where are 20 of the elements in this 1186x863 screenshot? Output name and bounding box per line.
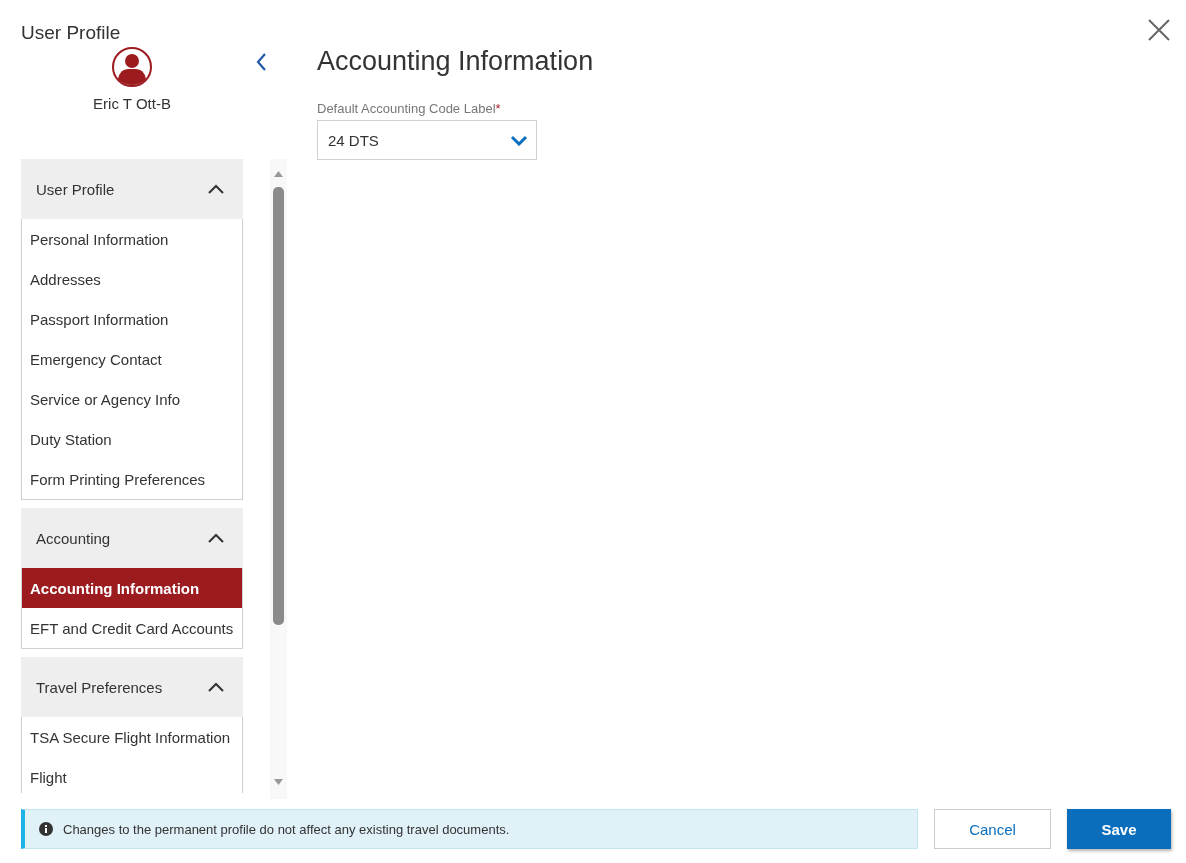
scrollbar[interactable] bbox=[270, 159, 287, 799]
chevron-icon bbox=[207, 532, 225, 544]
chevron-icon bbox=[207, 681, 225, 693]
section-header[interactable]: Travel Preferences bbox=[21, 657, 243, 717]
save-button[interactable]: Save bbox=[1067, 809, 1171, 849]
chevron-icon bbox=[510, 134, 528, 146]
info-icon bbox=[39, 822, 53, 836]
chevron-icon bbox=[207, 183, 225, 195]
nav-item[interactable]: Accounting Information bbox=[22, 568, 242, 608]
section-header[interactable]: User Profile bbox=[21, 159, 243, 219]
page-heading: Accounting Information bbox=[317, 46, 595, 77]
cancel-button[interactable]: Cancel bbox=[934, 809, 1051, 849]
user-name: Eric T Ott-B bbox=[93, 95, 171, 112]
section-header[interactable]: Accounting bbox=[21, 508, 243, 568]
avatar-icon bbox=[112, 47, 152, 87]
close-button[interactable] bbox=[1147, 18, 1171, 42]
notice-text: Changes to the permanent profile do not affect any existing travel documents. bbox=[63, 821, 510, 837]
field-label: Default Accounting Code Label* bbox=[317, 101, 502, 116]
dialog-title: User Profile bbox=[21, 22, 121, 44]
dropdown-field[interactable]: 24 DTS bbox=[317, 120, 537, 160]
